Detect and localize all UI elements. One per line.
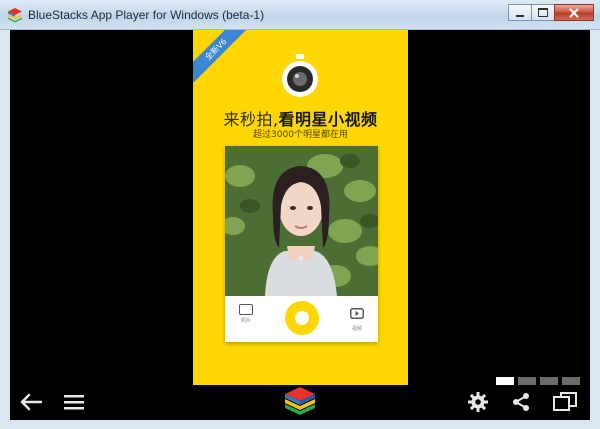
photo-icon — [239, 304, 253, 315]
window-frame-left — [0, 30, 10, 429]
window-controls — [508, 4, 594, 22]
window-title-bar[interactable]: BlueStacks App Player for Windows (beta-… — [0, 0, 600, 30]
fullscreen-button[interactable] — [552, 390, 578, 414]
version-ribbon: 全新V6 — [193, 30, 254, 87]
close-icon — [569, 7, 579, 18]
share-icon — [513, 393, 529, 411]
photo-action-label: 照片 — [240, 318, 251, 324]
window-title: BlueStacks App Player for Windows (beta-… — [28, 8, 265, 22]
fullscreen-toggle-icon — [553, 392, 577, 411]
menu-icon — [64, 395, 84, 410]
settings-button[interactable] — [465, 390, 491, 414]
video-play-icon — [350, 308, 364, 319]
page-dot-4[interactable] — [562, 377, 580, 385]
record-icon — [295, 311, 309, 325]
maximize-button[interactable] — [531, 4, 555, 21]
photo-action[interactable]: 照片 — [231, 304, 261, 324]
minimize-button[interactable] — [508, 4, 532, 21]
page-dot-3[interactable] — [540, 377, 558, 385]
menu-button[interactable] — [62, 390, 86, 414]
stopwatch-camera-icon — [282, 54, 318, 97]
card-action-bar: 照片 视频 — [225, 296, 378, 342]
share-button[interactable] — [509, 390, 533, 414]
record-button[interactable] — [285, 301, 319, 335]
video-action[interactable]: 视频 — [342, 304, 372, 332]
back-arrow-icon — [20, 393, 42, 411]
settings-gear-icon — [468, 392, 488, 412]
video-action-label: 视频 — [351, 326, 362, 332]
bluestacks-home-button[interactable] — [282, 385, 318, 417]
window-frame-right — [590, 30, 600, 429]
minimize-icon — [516, 14, 524, 17]
bluestacks-logo-icon — [8, 8, 22, 23]
maximize-icon — [538, 8, 548, 17]
page-indicator — [492, 377, 580, 385]
preview-card: 照片 视频 — [225, 146, 378, 342]
app-screen[interactable]: 全新V6 来秒拍,看明星小视频 超过3000个明星都在用 照片 视频 — [193, 30, 408, 385]
player-area[interactable]: 全新V6 来秒拍,看明星小视频 超过3000个明星都在用 照片 视频 — [10, 30, 590, 420]
window-frame-bottom — [0, 420, 600, 429]
back-button[interactable] — [18, 390, 44, 414]
celebrity-photo — [225, 146, 378, 296]
page-dot-2[interactable] — [518, 377, 536, 385]
close-button[interactable] — [554, 4, 594, 21]
subline: 超过3000个明星都在用 — [253, 130, 348, 140]
bluestacks-logo-icon — [285, 387, 315, 415]
page-dot-1[interactable] — [496, 377, 514, 385]
